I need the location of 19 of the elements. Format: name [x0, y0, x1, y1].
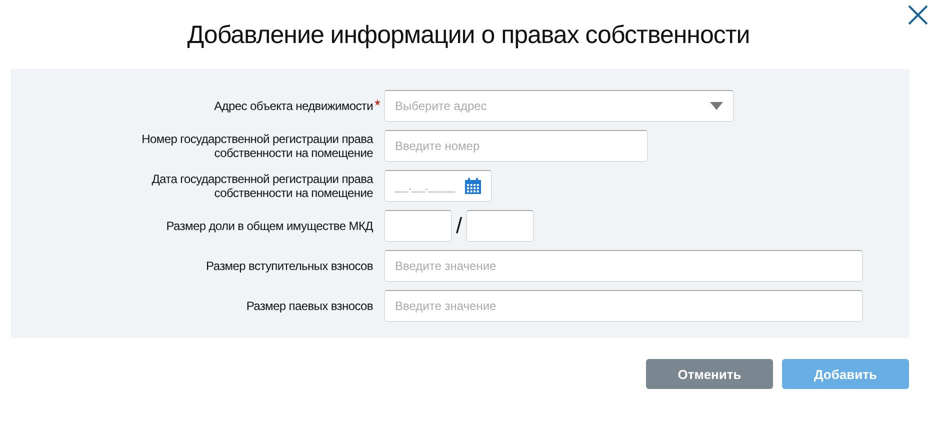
input-field[interactable]: Введите значение	[384, 290, 863, 322]
denominator-field[interactable]	[466, 210, 534, 242]
input-field[interactable]: Введите номер	[384, 130, 648, 162]
fraction-slash: /	[456, 213, 462, 239]
address-select[interactable]: Выберите адрес	[384, 90, 734, 122]
field-label: Адрес объекта недвижимости	[214, 99, 373, 113]
input-field[interactable]: Введите значение	[384, 250, 863, 282]
date-field[interactable]: __.__.____	[384, 170, 492, 202]
close-icon[interactable]	[907, 4, 929, 26]
field-label: Номер государственной регистрации права собственности на помещение	[140, 132, 373, 160]
cancel-button[interactable]: Отменить	[646, 359, 773, 389]
calendar-icon[interactable]	[465, 178, 481, 194]
field-label: Дата государственной регистрации права собственности на помещение	[150, 172, 373, 200]
field-label: Размер вступительных взносов	[206, 259, 373, 273]
caret-icon	[710, 102, 723, 110]
numerator-field[interactable]	[384, 210, 452, 242]
field-label: Размер паевых взносов	[246, 299, 373, 313]
field-label: Размер доли в общем имуществе МКД	[166, 219, 373, 233]
dialog-title: Добавление информации о правах собственности	[187, 20, 750, 50]
